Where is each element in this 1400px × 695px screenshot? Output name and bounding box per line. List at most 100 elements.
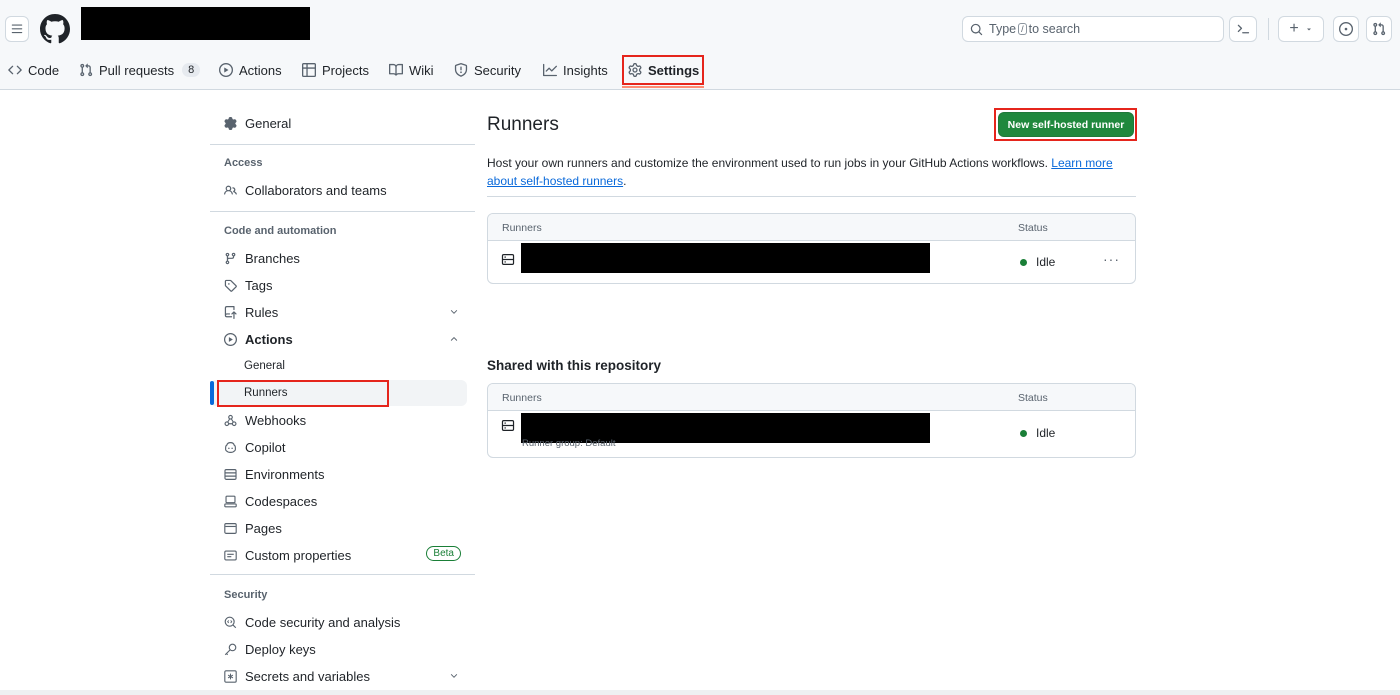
server-icon bbox=[501, 420, 515, 431]
tab-insights-label: Insights bbox=[563, 62, 608, 78]
tab-security[interactable]: Security bbox=[454, 56, 521, 84]
tab-code-label: Code bbox=[28, 62, 60, 78]
sidebar-group-security: Security bbox=[224, 589, 268, 601]
hamburger-menu-button[interactable] bbox=[5, 16, 29, 42]
column-status: Status bbox=[1018, 392, 1048, 404]
tab-wiki[interactable]: Wiki bbox=[389, 56, 434, 84]
sidebar-divider bbox=[210, 574, 475, 575]
sidebar-item-environments-label: Environments bbox=[245, 466, 325, 482]
sidebar-item-actions-general[interactable]: General bbox=[210, 353, 467, 379]
runners-table: Runners Status Idle ··· bbox=[487, 213, 1136, 284]
repo-push-icon bbox=[224, 305, 237, 319]
tab-security-label: Security bbox=[474, 62, 521, 78]
tab-wiki-label: Wiki bbox=[409, 62, 434, 78]
gear-icon bbox=[224, 116, 237, 130]
sidebar-item-code-security[interactable]: Code security and analysis bbox=[210, 609, 467, 635]
header-divider bbox=[1268, 18, 1269, 40]
table-row[interactable]: Idle ··· bbox=[488, 241, 1135, 283]
key-icon bbox=[224, 643, 237, 655]
sidebar-item-deploy-keys[interactable]: Deploy keys bbox=[210, 636, 467, 662]
issues-button[interactable] bbox=[1333, 16, 1359, 42]
git-pull-request-icon bbox=[80, 63, 93, 77]
sidebar-divider bbox=[210, 144, 475, 145]
play-icon bbox=[219, 63, 233, 77]
sidebar-item-general[interactable]: General bbox=[210, 110, 467, 136]
description-text: Host your own runners and customize the … bbox=[487, 156, 1048, 170]
sidebar-item-deploy-keys-label: Deploy keys bbox=[245, 641, 316, 657]
tab-projects-label: Projects bbox=[322, 62, 369, 78]
code-icon bbox=[8, 65, 22, 75]
pull-requests-button[interactable] bbox=[1366, 16, 1392, 42]
search-placeholder-pre: Type bbox=[989, 22, 1017, 36]
tab-insights[interactable]: Insights bbox=[543, 56, 608, 84]
beta-badge: Beta bbox=[426, 546, 461, 561]
create-new-button[interactable]: + bbox=[1278, 16, 1324, 42]
sidebar-item-actions-general-label: General bbox=[244, 360, 285, 372]
selected-tab-underline bbox=[622, 86, 704, 88]
git-pull-request-icon bbox=[1373, 22, 1386, 36]
sidebar-item-pages[interactable]: Pages bbox=[210, 515, 467, 541]
git-branch-icon bbox=[225, 252, 236, 264]
tab-pull-requests[interactable]: Pull requests 8 bbox=[79, 56, 201, 84]
shield-icon bbox=[454, 63, 468, 77]
command-palette-button[interactable] bbox=[1229, 16, 1257, 42]
chevron-up-icon[interactable] bbox=[449, 334, 459, 344]
server-icon bbox=[501, 254, 515, 265]
column-status: Status bbox=[1018, 222, 1048, 234]
webhook-icon bbox=[224, 414, 237, 426]
sidebar-item-environments[interactable]: Environments bbox=[210, 461, 467, 487]
issue-opened-icon bbox=[1339, 22, 1353, 36]
sidebar-item-custom-properties[interactable]: Custom properties Beta bbox=[210, 542, 467, 568]
column-runners: Runners bbox=[502, 222, 542, 234]
app-header: Type / to search + Code Pull requests 8 … bbox=[0, 0, 1400, 90]
tag-icon bbox=[224, 279, 237, 292]
table-row[interactable]: Runner group: Default Idle bbox=[488, 411, 1135, 457]
sidebar-item-branches-label: Branches bbox=[245, 250, 300, 266]
sidebar-item-general-label: General bbox=[245, 115, 292, 131]
sidebar-item-custom-properties-label: Custom properties bbox=[245, 547, 352, 563]
book-icon bbox=[389, 63, 403, 76]
hamburger-icon bbox=[11, 24, 23, 34]
sidebar-item-webhooks[interactable]: Webhooks bbox=[210, 407, 467, 433]
codespaces-icon bbox=[224, 495, 237, 507]
sidebar-item-webhooks-label: Webhooks bbox=[245, 412, 307, 428]
chevron-down-icon[interactable] bbox=[449, 307, 459, 317]
page-bottom-edge bbox=[0, 690, 1400, 695]
sidebar-item-branches[interactable]: Branches bbox=[210, 245, 467, 271]
sidebar-item-secrets[interactable]: Secrets and variables bbox=[210, 663, 467, 689]
runner-status: Idle bbox=[1020, 255, 1055, 269]
tab-actions-label: Actions bbox=[239, 62, 282, 78]
table-icon bbox=[302, 63, 316, 77]
play-icon bbox=[224, 332, 237, 346]
sidebar-item-rules-label: Rules bbox=[245, 304, 279, 320]
shared-section-title: Shared with this repository bbox=[487, 358, 662, 373]
sidebar-item-collaborators[interactable]: Collaborators and teams bbox=[210, 177, 467, 203]
sidebar-item-code-security-label: Code security and analysis bbox=[245, 614, 401, 630]
tab-actions[interactable]: Actions bbox=[219, 56, 282, 84]
sidebar-item-rules[interactable]: Rules bbox=[210, 299, 467, 325]
tab-projects[interactable]: Projects bbox=[302, 56, 369, 84]
page-title: Runners bbox=[487, 114, 559, 135]
sidebar-item-collaborators-label: Collaborators and teams bbox=[245, 182, 387, 198]
triangle-down-icon bbox=[1306, 28, 1311, 31]
shared-runners-table: Runners Status Runner group: Default Idl… bbox=[487, 383, 1136, 458]
browser-icon bbox=[224, 522, 237, 534]
codescan-icon bbox=[224, 616, 237, 628]
sidebar-item-copilot[interactable]: Copilot bbox=[210, 434, 467, 460]
chevron-down-icon[interactable] bbox=[449, 671, 459, 681]
search-input[interactable]: Type / to search bbox=[962, 16, 1224, 42]
column-runners: Runners bbox=[502, 392, 542, 404]
sidebar-group-access: Access bbox=[224, 157, 263, 169]
github-logo-icon[interactable] bbox=[40, 14, 70, 44]
page-description: Host your own runners and customize the … bbox=[487, 154, 1137, 190]
sidebar-item-actions[interactable]: Actions bbox=[210, 326, 467, 352]
people-icon bbox=[224, 185, 237, 195]
search-placeholder-post: to search bbox=[1028, 22, 1081, 36]
sidebar-item-codespaces[interactable]: Codespaces bbox=[210, 488, 467, 514]
redacted-runner-name[interactable] bbox=[521, 243, 930, 273]
kebab-horizontal-icon[interactable]: ··· bbox=[1103, 251, 1120, 267]
sidebar-item-tags[interactable]: Tags bbox=[210, 272, 467, 298]
description-end: . bbox=[623, 174, 627, 188]
status-dot-icon bbox=[1020, 429, 1027, 437]
tab-code[interactable]: Code bbox=[8, 56, 59, 84]
